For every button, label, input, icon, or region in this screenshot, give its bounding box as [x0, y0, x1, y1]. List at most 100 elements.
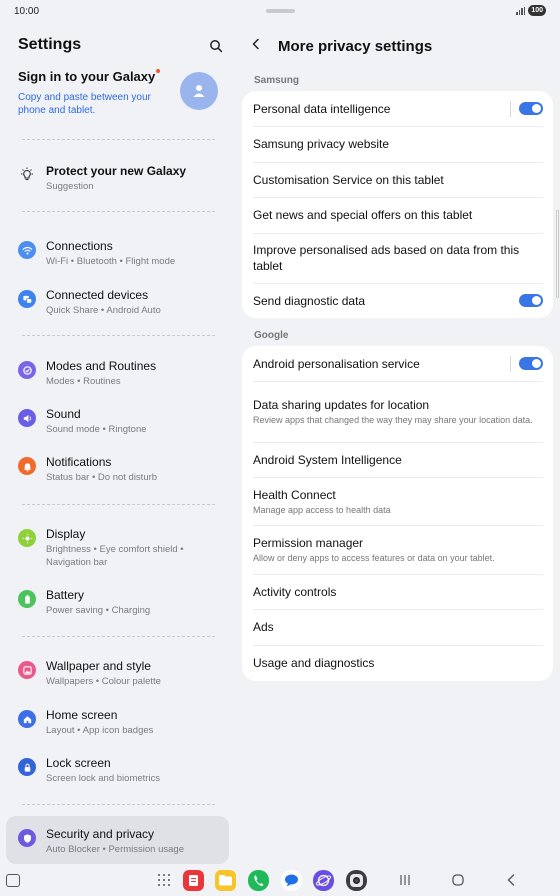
item-label: Android System Intelligence	[253, 452, 402, 467]
separator	[510, 100, 511, 117]
sidebar-item-wallpaper[interactable]: Wallpaper and style Wallpapers • Colour …	[0, 659, 236, 703]
divider	[22, 335, 215, 336]
scrollbar[interactable]	[556, 210, 559, 298]
toggle-switch[interactable]	[519, 357, 543, 370]
sidebar-item-label: Security and privacy	[46, 827, 155, 841]
status-bar: 10:00 100	[0, 0, 560, 24]
sidebar-item-display[interactable]: Display Brightness • Eye comfort shield …	[0, 527, 236, 571]
customisation-service-item[interactable]: Customisation Service on this tablet	[242, 162, 553, 197]
wallpaper-icon	[18, 661, 36, 679]
home-button-icon[interactable]	[451, 872, 465, 893]
android-personalisation-service-item[interactable]: Android personalisation service	[242, 346, 553, 381]
health-connect-item[interactable]: Health Connect Manage app access to heal…	[242, 477, 553, 525]
sidebar-item-sub: Quick Share • Android Auto	[46, 305, 161, 316]
google-settings-card: Android personalisation service Data sha…	[242, 346, 553, 681]
suggestion-item[interactable]: Protect your new Galaxy Suggestion	[0, 164, 236, 208]
person-icon	[193, 85, 205, 97]
drag-handle[interactable]	[266, 9, 295, 13]
apps-grid-icon[interactable]	[158, 874, 170, 886]
sidebar-item-sound[interactable]: Sound Sound mode • Ringtone	[0, 407, 236, 451]
item-label: Personal data intelligence	[253, 101, 391, 116]
sidebar-item-sub: Sound mode • Ringtone	[46, 424, 147, 435]
sidebar-item-modes-and-routines[interactable]: Modes and Routines Modes • Routines	[0, 359, 236, 403]
sidebar-item-label: Sound	[46, 407, 81, 421]
divider	[22, 504, 215, 505]
search-icon[interactable]	[208, 38, 224, 54]
send-diagnostic-data-item[interactable]: Send diagnostic data	[242, 283, 553, 318]
data-sharing-updates-item[interactable]: Data sharing updates for location Review…	[242, 381, 553, 442]
divider	[22, 211, 215, 212]
status-icons: 100	[516, 5, 546, 16]
screenshot-tool-icon[interactable]	[6, 874, 20, 887]
sidebar-item-home-screen[interactable]: Home screen Layout • App icon badges	[0, 708, 236, 752]
account-sign-in[interactable]: Sign in to your Galaxy Copy and paste be…	[18, 68, 224, 122]
sidebar-item-connections[interactable]: Connections Wi-Fi • Bluetooth • Flight m…	[0, 239, 236, 283]
app-yellow-icon[interactable]	[215, 870, 236, 891]
toggle-switch[interactable]	[519, 294, 543, 307]
sidebar-item-label: Battery	[46, 588, 85, 602]
shield-icon	[18, 829, 36, 847]
item-label: Samsung privacy website	[253, 137, 390, 151]
improve-personalised-ads-item[interactable]: Improve personalised ads based on data f…	[242, 233, 553, 283]
item-sub: Manage app access to health data	[253, 504, 391, 515]
phone-app-icon[interactable]	[248, 870, 269, 891]
suggestion-sub: Suggestion	[46, 181, 94, 192]
sidebar-item-notifications[interactable]: Notifications Status bar • Do not distur…	[0, 455, 236, 499]
ads-item[interactable]: Ads	[242, 609, 553, 645]
account-subtitle: Copy and paste between your phone and ta…	[18, 92, 151, 116]
toggle-switch[interactable]	[519, 102, 543, 115]
sidebar-item-label: Display	[46, 527, 86, 541]
sidebar-item-label: Home screen	[46, 708, 118, 722]
app-red-icon[interactable]	[183, 870, 204, 891]
samsung-privacy-website-item[interactable]: Samsung privacy website	[242, 126, 553, 162]
sidebar-item-label: Connections	[46, 239, 113, 253]
item-label: Customisation Service on this tablet	[253, 172, 444, 187]
settings-list-panel: Settings Sign in to your Galaxy Copy and…	[0, 24, 236, 866]
usage-and-diagnostics-item[interactable]: Usage and diagnostics	[242, 645, 553, 681]
item-label: Ads	[253, 620, 274, 634]
section-label-google: Google	[254, 330, 289, 341]
internet-app-icon[interactable]	[313, 870, 334, 891]
divider	[22, 636, 215, 637]
page-title: Settings	[18, 36, 82, 53]
item-label: Health Connect	[253, 487, 336, 502]
camera-app-icon[interactable]	[346, 870, 367, 891]
back-button-icon[interactable]	[505, 872, 517, 893]
item-label: Permission manager	[253, 536, 364, 550]
lock-icon	[18, 758, 36, 776]
news-and-offers-item[interactable]: Get news and special offers on this tabl…	[242, 197, 553, 233]
back-arrow-icon[interactable]	[250, 37, 262, 55]
avatar	[180, 72, 218, 110]
item-label: Activity controls	[253, 584, 337, 599]
devices-icon	[18, 290, 36, 308]
lightbulb-icon	[18, 166, 36, 184]
modes-icon	[18, 361, 36, 379]
sidebar-item-sub: Brightness • Eye comfort shield • Naviga…	[46, 544, 184, 568]
permission-manager-item[interactable]: Permission manager Allow or deny apps to…	[242, 525, 553, 574]
home-icon	[18, 710, 36, 728]
battery-icon: 100	[528, 5, 546, 16]
sidebar-item-security-and-privacy[interactable]: Security and privacy Auto Blocker • Perm…	[0, 827, 236, 871]
signal-icon	[516, 6, 526, 15]
messages-app-icon[interactable]	[281, 870, 302, 891]
account-title: Sign in to your Galaxy	[18, 69, 161, 84]
privacy-settings-panel: More privacy settings Samsung Personal d…	[236, 24, 560, 866]
item-label: Android personalisation service	[253, 356, 420, 371]
status-time: 10:00	[14, 6, 40, 17]
android-system-intelligence-item[interactable]: Android System Intelligence	[242, 442, 553, 477]
sidebar-item-connected-devices[interactable]: Connected devices Quick Share • Android …	[0, 288, 236, 332]
sidebar-item-sub: Auto Blocker • Permission usage	[46, 844, 184, 855]
taskbar	[0, 866, 560, 896]
battery-icon	[18, 590, 36, 608]
item-label: Send diagnostic data	[253, 293, 366, 308]
personal-data-intelligence-item[interactable]: Personal data intelligence	[242, 91, 553, 126]
sidebar-item-label: Modes and Routines	[46, 359, 157, 373]
sun-icon	[18, 529, 36, 547]
sidebar-item-lock-screen[interactable]: Lock screen Screen lock and biometrics	[0, 756, 236, 800]
item-sub: Review apps that changed the way they ma…	[253, 415, 533, 425]
sidebar-item-battery[interactable]: Battery Power saving • Charging	[0, 588, 236, 632]
recent-apps-icon[interactable]	[399, 872, 411, 893]
activity-controls-item[interactable]: Activity controls	[242, 574, 553, 609]
sidebar-item-sub: Modes • Routines	[46, 376, 121, 387]
bell-icon	[18, 457, 36, 475]
